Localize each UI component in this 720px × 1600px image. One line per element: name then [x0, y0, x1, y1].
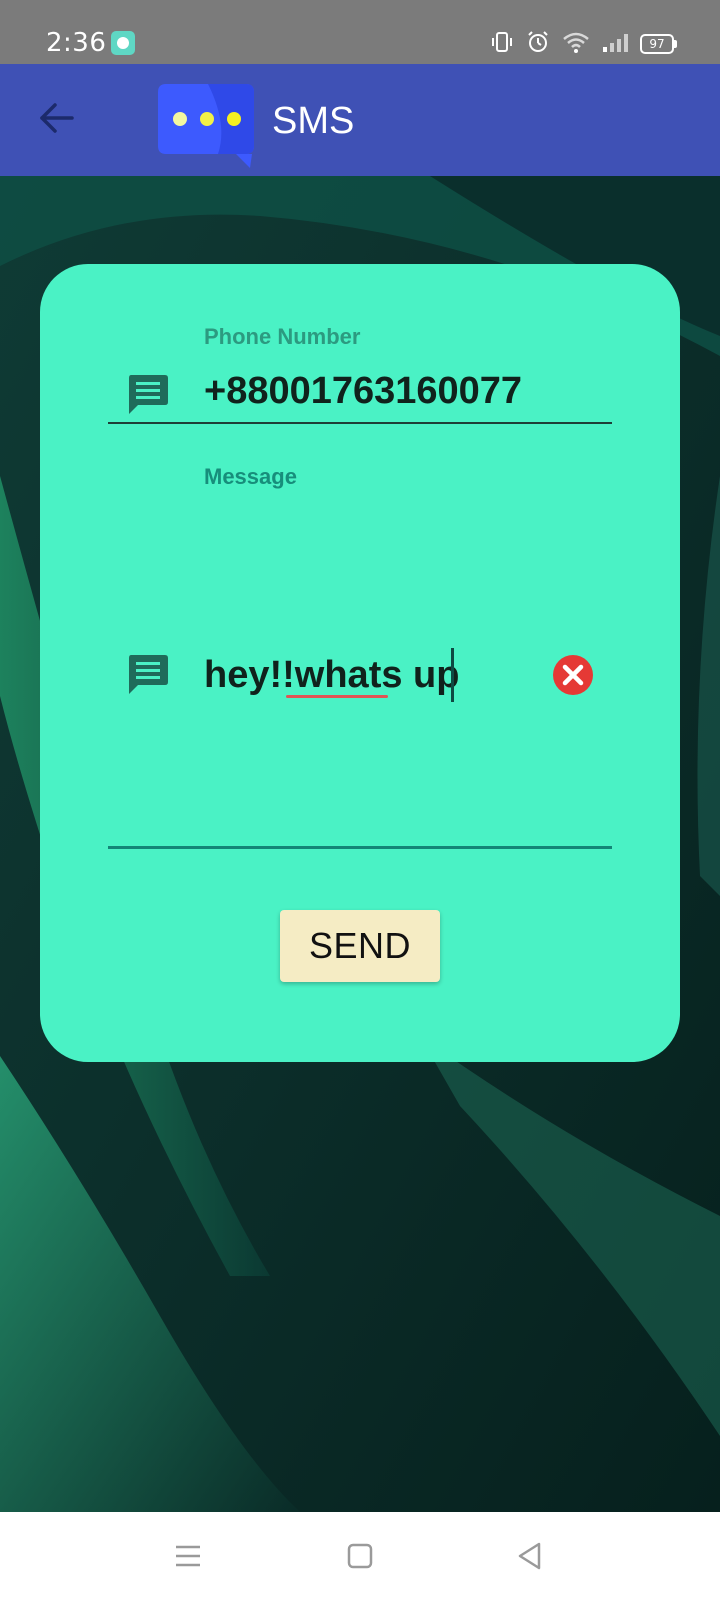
screen: 2:36 97 SMS Phone Number +88001763160077… — [0, 0, 720, 1600]
menu-icon — [176, 1545, 200, 1567]
send-button[interactable]: SEND — [280, 910, 440, 982]
app-bar: SMS — [0, 64, 720, 176]
back-button[interactable] — [30, 92, 82, 144]
clear-circle-icon[interactable] — [552, 654, 594, 696]
nav-back-button[interactable] — [504, 1530, 556, 1582]
nav-home-button[interactable] — [334, 1530, 386, 1582]
home-square-icon — [347, 1543, 373, 1569]
nav-menu-button[interactable] — [162, 1530, 214, 1582]
text-cursor — [451, 648, 454, 702]
battery-icon: 97 — [640, 34, 677, 54]
wifi-icon — [562, 30, 590, 59]
vibrate-icon — [490, 30, 514, 59]
message-field-underline — [108, 846, 612, 849]
phone-number-input[interactable]: +88001763160077 — [204, 370, 522, 413]
message-input[interactable]: hey!!whats up — [204, 654, 459, 697]
app-title: SMS — [272, 100, 355, 142]
sms-form-card: Phone Number +88001763160077 Message hey… — [40, 264, 680, 1062]
arrow-left-icon — [40, 103, 74, 133]
alarm-icon — [526, 30, 550, 59]
phone-field-underline — [108, 422, 612, 424]
status-bar: 2:36 97 — [0, 0, 720, 64]
status-time: 2:36 — [46, 28, 107, 58]
signal-icon — [602, 30, 628, 59]
notification-app-icon — [111, 31, 135, 55]
message-bubble-icon — [129, 655, 168, 694]
navigation-bar — [0, 1512, 720, 1600]
message-label: Message — [204, 464, 297, 489]
status-icons: 97 — [490, 30, 677, 59]
phone-number-label: Phone Number — [204, 324, 361, 349]
spellcheck-underline — [286, 695, 388, 698]
app-logo-icon — [158, 84, 254, 168]
triangle-back-icon — [518, 1542, 541, 1570]
message-bubble-icon — [129, 375, 168, 414]
